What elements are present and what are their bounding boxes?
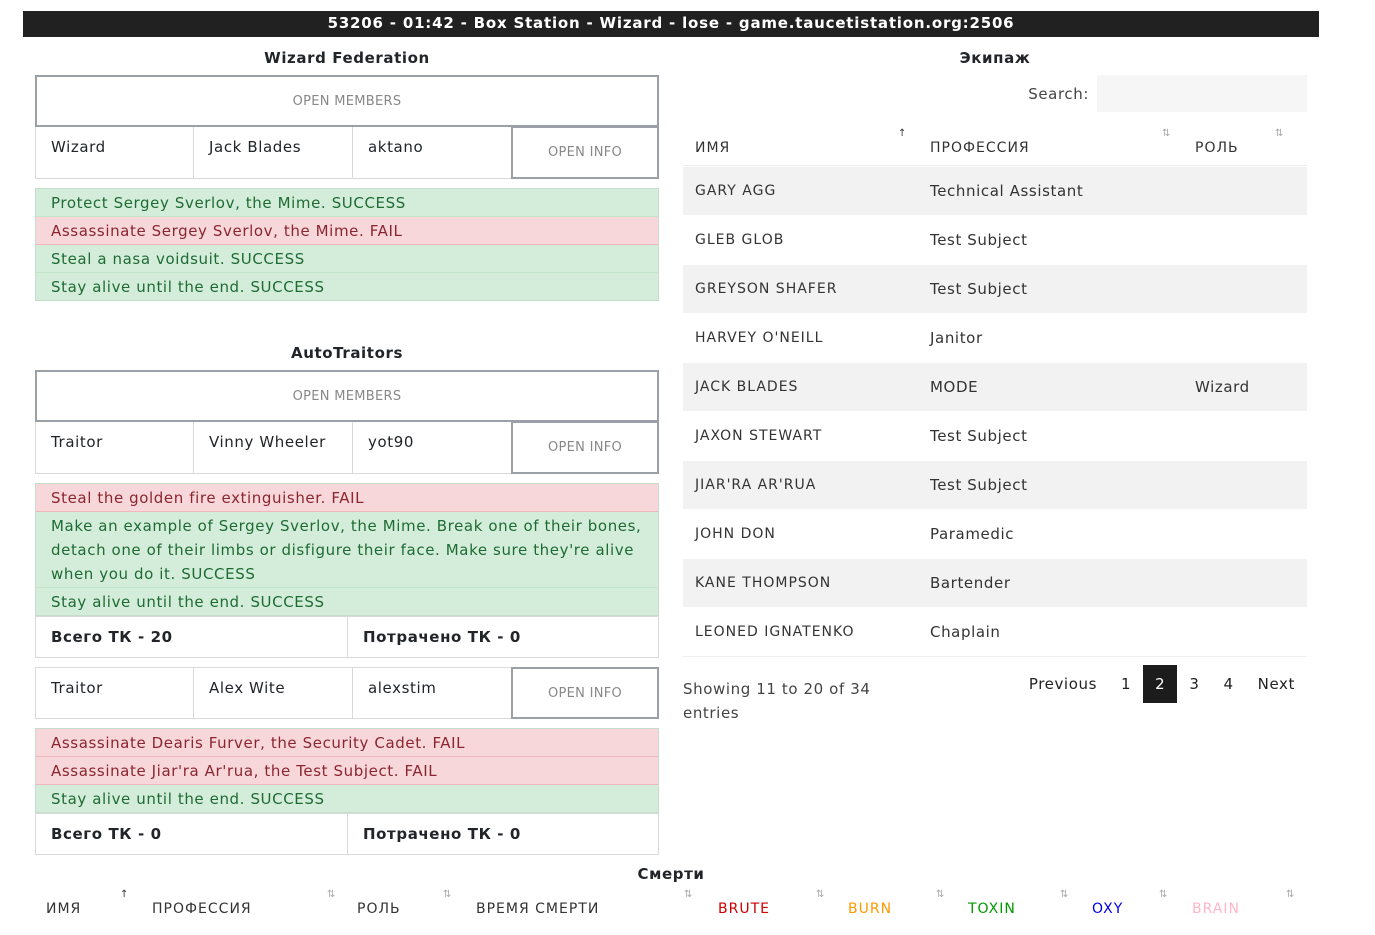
objectives-list: Assassinate Dearis Furver, the Security …	[35, 728, 659, 813]
column-header-role[interactable]: РОЛЬ ⇅	[357, 889, 451, 917]
table-row: Gleb Glob Test Subject	[683, 215, 1307, 264]
pagination-previous[interactable]: Previous	[1017, 665, 1109, 703]
tc-total: Всего ТК - 0	[51, 825, 162, 843]
crew-table-header: ИМЯ ↑ ПРОФЕССИЯ ⇅ РОЛЬ ⇅	[683, 114, 1307, 166]
telecrystal-row: Всего ТК - 0 Потрачено ТК - 0	[35, 813, 659, 855]
table-row: Jiar'ra Ar'rua Test Subject	[683, 460, 1307, 509]
column-header-profession[interactable]: ПРОФЕССИЯ ⇅	[930, 128, 1195, 156]
member-row: Wizard Jack Blades aktano OPEN INFO	[35, 126, 659, 179]
sort-asc-icon: ↑	[898, 128, 908, 139]
tc-spent: Потрачено ТК - 0	[347, 617, 658, 657]
objective-item: Assassinate Jiar'ra Ar'rua, the Test Sub…	[36, 757, 658, 785]
member-row: Traitor Alex Wite alexstim OPEN INFO	[35, 667, 659, 719]
member-row: Traitor Vinny Wheeler yot90 OPEN INFO	[35, 421, 659, 474]
column-header-brain[interactable]: BRAIN ⇅	[1192, 889, 1294, 917]
column-header-role[interactable]: РОЛЬ ⇅	[1195, 128, 1307, 156]
deaths-title: Смерти	[637, 865, 705, 883]
objective-item: Steal the golden fire extinguisher. FAIL	[36, 484, 658, 512]
pagination-page-2[interactable]: 2	[1143, 665, 1178, 703]
open-info-button[interactable]: OPEN INFO	[511, 126, 659, 179]
sort-icon: ⇅	[936, 889, 946, 900]
member-ckey: yot90	[368, 433, 415, 451]
sort-icon: ⇅	[443, 889, 453, 900]
open-info-button[interactable]: OPEN INFO	[511, 421, 659, 474]
table-row: John Don Paramedic	[683, 509, 1307, 558]
column-header-profession[interactable]: ПРОФЕССИЯ ⇅	[152, 889, 335, 917]
column-header-death-time[interactable]: ВРЕМЯ СМЕРТИ ⇅	[476, 889, 692, 917]
pagination-page-4[interactable]: 4	[1211, 665, 1245, 703]
open-members-button[interactable]: OPEN MEMBERS	[35, 370, 659, 422]
column-header-burn[interactable]: BURN ⇅	[848, 889, 944, 917]
telecrystal-row: Всего ТК - 20 Потрачено ТК - 0	[35, 616, 659, 658]
open-info-button[interactable]: OPEN INFO	[511, 667, 659, 719]
column-header-toxin[interactable]: TOXIN ⇅	[968, 889, 1068, 917]
member-role: Traitor	[36, 668, 194, 718]
sort-asc-icon: ↑	[120, 889, 130, 900]
column-header-name[interactable]: ИМЯ ↑	[46, 889, 128, 917]
member-name: Alex Wite	[194, 668, 353, 718]
crew-column: Экипаж Search: ИМЯ ↑ ПРОФЕССИЯ ⇅ РОЛЬ ⇅ …	[683, 47, 1307, 727]
objective-item: Stay alive until the end. SUCCESS	[36, 273, 658, 300]
objective-item: Make an example of Sergey Sverlov, the M…	[36, 512, 658, 588]
table-row: Greyson Shafer Test Subject	[683, 264, 1307, 313]
entries-info: Showing 11 to 20 of 34 entries	[683, 680, 871, 722]
sort-icon: ⇅	[327, 889, 337, 900]
member-ckey: aktano	[368, 138, 424, 156]
column-header-oxy[interactable]: OXY ⇅	[1092, 889, 1167, 917]
pagination-page-1[interactable]: 1	[1109, 665, 1143, 703]
member-role: Wizard	[36, 127, 194, 178]
sort-icon: ⇅	[1162, 128, 1172, 139]
round-header: 53206 - 01:42 - Box Station - Wizard - l…	[23, 11, 1319, 37]
antagonists-column: Wizard Federation OPEN MEMBERS Wizard Ja…	[35, 47, 659, 855]
column-header-brute[interactable]: BRUTE ⇅	[718, 889, 824, 917]
sort-icon: ⇅	[1060, 889, 1070, 900]
pagination-next[interactable]: Next	[1246, 665, 1307, 703]
crew-title: Экипаж	[959, 49, 1031, 67]
deaths-table-header: ИМЯ ↑ ПРОФЕССИЯ ⇅ РОЛЬ ⇅ ВРЕМЯ СМЕРТИ ⇅ BRUT…	[35, 889, 1307, 935]
tc-total: Всего ТК - 20	[51, 628, 173, 646]
pagination: Previous 1 2 3 4 Next	[1017, 665, 1307, 703]
pagination-page-3[interactable]: 3	[1177, 665, 1211, 703]
objective-item: Assassinate Dearis Furver, the Security …	[36, 729, 658, 757]
table-row: Jaxon Stewart Test Subject	[683, 411, 1307, 460]
sort-icon: ⇅	[1286, 889, 1296, 900]
open-members-button[interactable]: OPEN MEMBERS	[35, 75, 659, 127]
objectives-list: Steal the golden fire extinguisher. FAIL…	[35, 483, 659, 616]
faction-title: Wizard Federation	[264, 49, 430, 67]
table-row: Leoned Ignatenko Chaplain	[683, 607, 1307, 656]
deaths-section: Смерти ИМЯ ↑ ПРОФЕССИЯ ⇅ РОЛЬ ⇅ ВРЕМЯ СМЕРТ…	[35, 863, 1307, 935]
column-header-name[interactable]: ИМЯ ↑	[683, 128, 930, 156]
sort-icon: ⇅	[816, 889, 826, 900]
search-input[interactable]	[1097, 75, 1307, 112]
objective-item: Protect Sergey Sverlov, the Mime. SUCCES…	[36, 189, 658, 217]
search-label: Search:	[1028, 84, 1089, 103]
table-row: Kane Thompson Bartender	[683, 558, 1307, 607]
crew-table-body: Gary Agg Technical Assistant Gleb Glob Tes…	[683, 166, 1307, 656]
member-name: Jack Blades	[194, 127, 353, 178]
objective-item: Assassinate Sergey Sverlov, the Mime. FA…	[36, 217, 658, 245]
table-row: Jack Blades MODE Wizard	[683, 362, 1307, 411]
search-row: Search:	[683, 75, 1307, 112]
objective-item: Steal a nasa voidsuit. SUCCESS	[36, 245, 658, 273]
member-role: Traitor	[36, 422, 194, 473]
sort-icon: ⇅	[1275, 128, 1285, 139]
objective-item: Stay alive until the end. SUCCESS	[36, 785, 658, 812]
objectives-list: Protect Sergey Sverlov, the Mime. SUCCES…	[35, 188, 659, 301]
member-name: Vinny Wheeler	[194, 422, 353, 473]
faction-title: AutoTraitors	[290, 344, 403, 362]
member-ckey: alexstim	[368, 679, 437, 697]
tc-spent: Потрачено ТК - 0	[347, 814, 658, 854]
table-row: Gary Agg Technical Assistant	[683, 166, 1307, 215]
sort-icon: ⇅	[1159, 889, 1169, 900]
sort-icon: ⇅	[684, 889, 694, 900]
table-row: Harvey O'Neill Janitor	[683, 313, 1307, 362]
table-footer: Showing 11 to 20 of 34 entries Previous …	[683, 657, 1307, 727]
objective-item: Stay alive until the end. SUCCESS	[36, 588, 658, 615]
